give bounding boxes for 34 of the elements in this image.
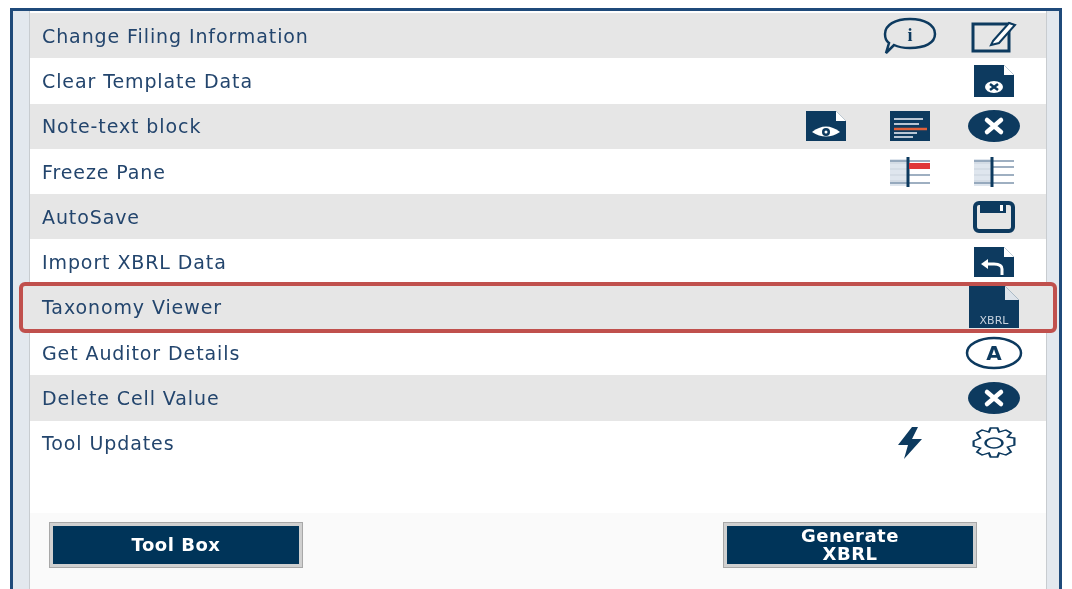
- save-icon[interactable]: [972, 200, 1016, 233]
- close-icon[interactable]: [967, 109, 1021, 144]
- info-bubble-icon[interactable]: i: [883, 15, 937, 56]
- menu-item-label: AutoSave: [42, 205, 140, 228]
- menu-item[interactable]: Clear Template Data: [30, 58, 1046, 104]
- menu-item-label: Delete Cell Value: [42, 387, 220, 409]
- file-import-icon[interactable]: [972, 247, 1016, 278]
- menu-item[interactable]: Taxonomy Viewer XBRL: [22, 284, 1054, 331]
- menu-item-label: Clear Template Data: [42, 69, 253, 92]
- freeze-pane-icon[interactable]: [973, 156, 1015, 187]
- menu-item[interactable]: Note-text block: [30, 103, 1046, 149]
- menu-item[interactable]: Delete Cell Value: [30, 375, 1046, 421]
- close-icon[interactable]: [967, 381, 1021, 415]
- menu-item[interactable]: Get Auditor Details A: [30, 330, 1046, 376]
- menu-item-label: Get Auditor Details: [42, 341, 241, 364]
- menu-item-label: Taxonomy Viewer: [42, 296, 222, 319]
- document-lines-icon[interactable]: [889, 111, 931, 142]
- file-view-icon[interactable]: [804, 111, 848, 142]
- menu-item-label: Import XBRL Data: [42, 251, 227, 274]
- freeze-pane-icon[interactable]: [889, 156, 931, 187]
- menu-item-label: Tool Updates: [42, 432, 175, 455]
- action-button[interactable]: Tool Box: [50, 523, 302, 567]
- menu-item-label: Freeze Pane: [42, 160, 166, 183]
- action-button[interactable]: Generate XBRL: [724, 523, 976, 567]
- menu-item[interactable]: Freeze Pane: [30, 148, 1046, 195]
- menu-item-label: Change Filing Information: [42, 24, 309, 47]
- menu-item[interactable]: Import XBRL Data: [30, 239, 1046, 285]
- auditor-icon[interactable]: A: [965, 335, 1023, 370]
- menu-item-label: Note-text block: [42, 115, 202, 138]
- menu-item[interactable]: Change Filing Information i: [30, 13, 1046, 59]
- file-delete-icon[interactable]: [972, 64, 1016, 97]
- menu-item[interactable]: Tool Updates: [30, 420, 1046, 466]
- xbrl-file-icon[interactable]: XBRL: [967, 286, 1021, 329]
- menu-item[interactable]: AutoSave: [30, 194, 1046, 240]
